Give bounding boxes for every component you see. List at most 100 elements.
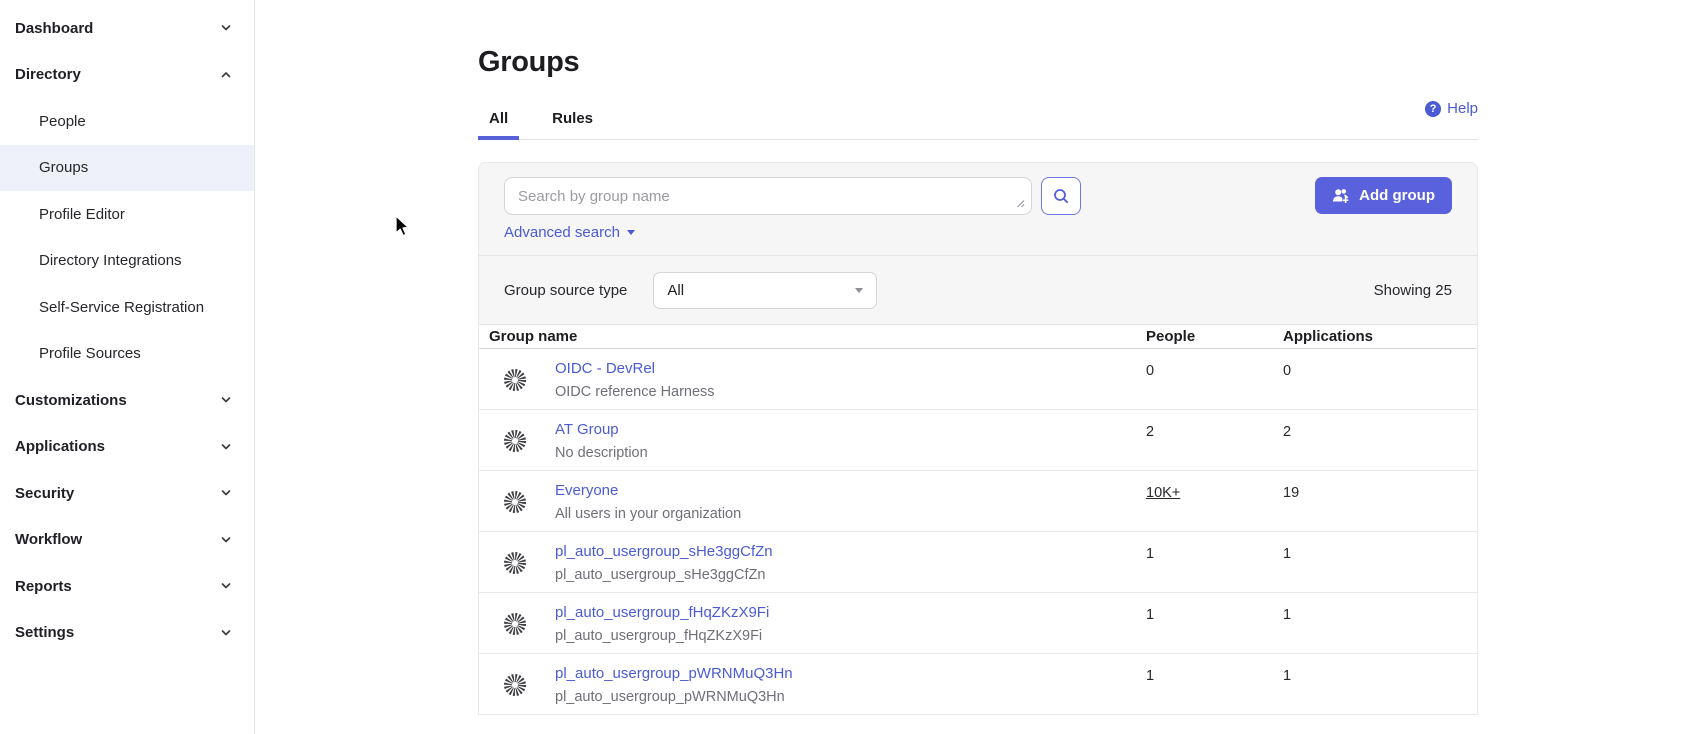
- chevron-down-icon: [219, 486, 233, 500]
- source-type-select[interactable]: All: [653, 272, 877, 309]
- applications-count: 0: [1283, 349, 1477, 409]
- group-icon: [504, 369, 526, 391]
- groups-admin-page: { "sidebar": { "items": [ {"label": "Das…: [0, 0, 1687, 734]
- showing-count: Showing 25: [1374, 282, 1452, 299]
- page-title: Groups: [478, 46, 1478, 79]
- caret-down-icon: [627, 230, 635, 235]
- groups-panel: Add group Advanced search Group source t…: [478, 162, 1478, 715]
- sidebar-item-applications[interactable]: Applications: [0, 424, 254, 471]
- chevron-down-icon: [219, 393, 233, 407]
- sidebar-item-profile-sources[interactable]: Profile Sources: [0, 331, 254, 378]
- add-group-icon: [1332, 188, 1350, 204]
- tab-bar: All Rules: [478, 110, 1478, 140]
- sidebar-item-label: Applications: [15, 438, 105, 455]
- people-count: 1: [1146, 593, 1283, 653]
- applications-count: 2: [1283, 410, 1477, 470]
- table-row: OIDC - DevRel OIDC reference Harness 0 0: [479, 349, 1477, 410]
- source-type-label: Group source type: [504, 282, 627, 299]
- sidebar-item-label: Workflow: [15, 531, 82, 548]
- column-header-group-name: Group name: [479, 328, 1146, 345]
- sidebar-item-self-service-registration[interactable]: Self-Service Registration: [0, 284, 254, 331]
- tab-all[interactable]: All: [478, 110, 519, 140]
- groups-table: Group name People Applications OIDC - De…: [479, 325, 1477, 715]
- applications-count: 1: [1283, 593, 1477, 653]
- source-type-value: All: [667, 282, 684, 299]
- people-count: 0: [1146, 349, 1283, 409]
- table-row: pl_auto_usergroup_sHe3ggCfZn pl_auto_use…: [479, 532, 1477, 593]
- group-name-link[interactable]: AT Group: [555, 421, 619, 438]
- sidebar-item-security[interactable]: Security: [0, 470, 254, 517]
- column-header-applications: Applications: [1283, 328, 1477, 345]
- table-row: Everyone All users in your organization …: [479, 471, 1477, 532]
- sidebar-item-groups[interactable]: Groups: [0, 145, 254, 192]
- search-icon: [1052, 187, 1070, 205]
- group-name-link[interactable]: pl_auto_usergroup_pWRNMuQ3Hn: [555, 665, 793, 682]
- people-count: 2: [1146, 410, 1283, 470]
- sidebar-item-label: Customizations: [15, 392, 127, 409]
- chevron-down-icon: [219, 440, 233, 454]
- table-row: pl_auto_usergroup_fHqZKzX9Fi pl_auto_use…: [479, 593, 1477, 654]
- sidebar-item-settings[interactable]: Settings: [0, 610, 254, 657]
- resize-handle-icon[interactable]: [1015, 198, 1025, 208]
- sidebar-item-label: Settings: [15, 624, 74, 641]
- table-row: pl_auto_usergroup_pWRNMuQ3Hn pl_auto_use…: [479, 654, 1477, 715]
- applications-count: 1: [1283, 532, 1477, 592]
- chevron-down-icon: [219, 21, 233, 35]
- chevron-down-icon: [219, 626, 233, 640]
- filter-area: Add group Advanced search Group source t…: [479, 163, 1477, 325]
- sidebar-item-label: Reports: [15, 578, 72, 595]
- help-link[interactable]: ? Help: [1425, 100, 1478, 117]
- sidebar-item-label: Security: [15, 485, 74, 502]
- people-count: 1: [1146, 654, 1283, 714]
- sidebar-item-label: Self-Service Registration: [39, 299, 204, 316]
- help-label: Help: [1447, 100, 1478, 117]
- sidebar-item-label: Directory: [15, 66, 81, 83]
- group-name-link[interactable]: pl_auto_usergroup_fHqZKzX9Fi: [555, 604, 769, 621]
- group-icon: [504, 613, 526, 635]
- group-name-link[interactable]: pl_auto_usergroup_sHe3ggCfZn: [555, 543, 773, 560]
- sidebar-item-directory-integrations[interactable]: Directory Integrations: [0, 238, 254, 285]
- sidebar-item-directory[interactable]: Directory: [0, 52, 254, 99]
- search-button[interactable]: [1041, 177, 1081, 215]
- add-group-button[interactable]: Add group: [1315, 177, 1452, 214]
- table-row: AT Group No description 2 2: [479, 410, 1477, 471]
- source-type-row: Group source type All Showing 25: [479, 255, 1477, 324]
- table-header: Group name People Applications: [479, 325, 1477, 349]
- caret-down-icon: [855, 288, 863, 293]
- sidebar-item-dashboard[interactable]: Dashboard: [0, 5, 254, 52]
- applications-count: 19: [1283, 471, 1477, 531]
- sidebar-item-reports[interactable]: Reports: [0, 563, 254, 610]
- group-description: OIDC reference Harness: [555, 383, 715, 402]
- chevron-down-icon: [219, 579, 233, 593]
- sidebar-item-people[interactable]: People: [0, 98, 254, 145]
- sidebar-item-label: Profile Sources: [39, 345, 141, 362]
- group-description: All users in your organization: [555, 505, 741, 524]
- group-icon: [504, 674, 526, 696]
- group-description: No description: [555, 444, 648, 463]
- sidebar-item-label: Profile Editor: [39, 206, 125, 223]
- group-description: pl_auto_usergroup_pWRNMuQ3Hn: [555, 688, 793, 707]
- people-count[interactable]: 10K+: [1146, 485, 1180, 501]
- group-description: pl_auto_usergroup_sHe3ggCfZn: [555, 566, 773, 585]
- column-header-people: People: [1146, 328, 1283, 345]
- advanced-search-label: Advanced search: [504, 224, 620, 241]
- sidebar: Dashboard Directory People Groups Profil…: [0, 0, 255, 734]
- group-icon: [504, 552, 526, 574]
- group-description: pl_auto_usergroup_fHqZKzX9Fi: [555, 627, 769, 646]
- sidebar-item-workflow[interactable]: Workflow: [0, 517, 254, 564]
- group-icon: [504, 430, 526, 452]
- people-count: 1: [1146, 532, 1283, 592]
- sidebar-item-label: Groups: [39, 159, 88, 176]
- group-name-link[interactable]: OIDC - DevRel: [555, 360, 655, 377]
- group-name-link[interactable]: Everyone: [555, 482, 618, 499]
- main-area: ? Help Groups All Rules: [255, 0, 1687, 734]
- advanced-search-link[interactable]: Advanced search: [504, 224, 635, 255]
- applications-count: 1: [1283, 654, 1477, 714]
- add-group-label: Add group: [1359, 187, 1435, 204]
- search-input[interactable]: [504, 177, 1032, 215]
- sidebar-item-customizations[interactable]: Customizations: [0, 377, 254, 424]
- help-icon: ?: [1425, 101, 1441, 117]
- sidebar-item-profile-editor[interactable]: Profile Editor: [0, 191, 254, 238]
- tab-rules[interactable]: Rules: [541, 110, 604, 140]
- sidebar-item-label: People: [39, 113, 86, 130]
